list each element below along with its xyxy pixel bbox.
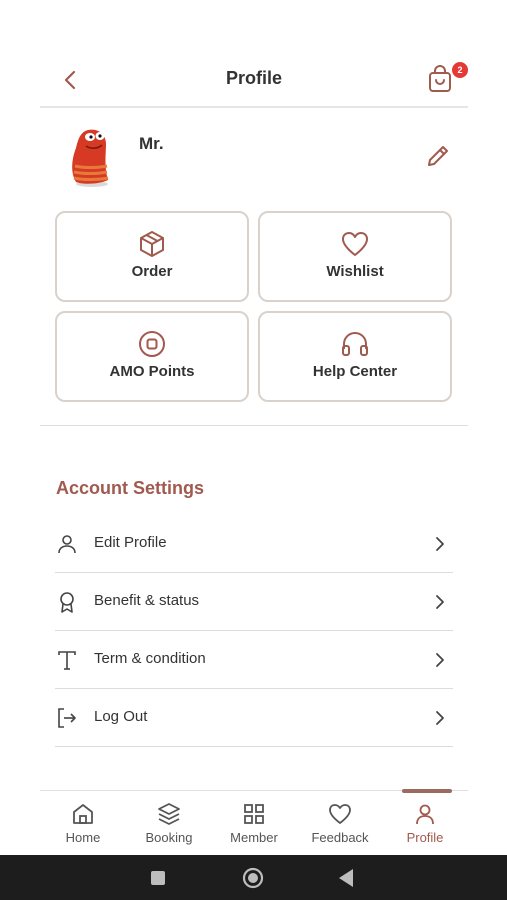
wishlist-card[interactable]: Wishlist [258,211,452,302]
app-header: Profile 2 [40,56,468,108]
term-condition-label: Term & condition [94,650,206,667]
help-center-card[interactable]: Help Center [258,311,452,402]
grid-icon [244,804,264,824]
nav-feedback-label: Feedback [311,830,369,845]
order-card[interactable]: Order [55,211,249,302]
logout-icon [58,708,76,728]
bottom-navigation: Home Booking Member Feedback Profile [40,789,468,856]
headphones-icon [342,332,368,356]
square-icon [151,870,165,885]
recents-button[interactable] [136,855,180,900]
avatar[interactable] [62,122,118,188]
chevron-right-icon [436,653,444,667]
user-icon [416,804,434,825]
account-settings-title: Account Settings [56,478,205,498]
chevron-right-icon [436,537,444,551]
text-icon [58,651,76,670]
back-system-button[interactable] [324,855,368,900]
wishlist-label: Wishlist [326,263,384,280]
home-icon [73,804,93,824]
cart-count-badge: 2 [452,62,468,78]
home-system-button[interactable] [231,855,275,900]
user-name: Mr. [139,134,164,153]
heart-icon [329,804,351,824]
benefit-status-item[interactable]: Benefit & status [55,573,453,631]
nav-feedback[interactable]: Feedback [297,791,383,856]
circle-icon [242,867,264,888]
amo-points-card[interactable]: AMO Points [55,311,249,402]
page-title: Profile [225,68,282,88]
help-center-label: Help Center [312,363,398,380]
triangle-back-icon [339,868,353,887]
box-icon [140,231,164,257]
edit-profile-item[interactable]: Edit Profile [55,515,453,573]
nav-home-label: Home [65,830,101,845]
chevron-right-icon [436,711,444,725]
chevron-right-icon [436,595,444,609]
points-icon [139,331,165,357]
log-out-label: Log Out [94,708,148,725]
edit-profile-label: Edit Profile [94,534,167,551]
nav-profile-label: Profile [406,830,444,845]
log-out-item[interactable]: Log Out [55,689,453,747]
order-label: Order [131,263,173,280]
shopping-bag-icon [429,65,451,92]
pencil-icon [428,146,448,166]
nav-booking-label: Booking [145,830,193,845]
nav-profile[interactable]: Profile [382,789,468,856]
term-condition-item[interactable]: Term & condition [55,631,453,689]
heart-icon [342,232,368,256]
profile-screen: Profile 2 Mr. Order Wishlist AMO Points … [0,0,507,900]
section-divider [40,425,468,426]
system-navigation-bar [0,855,507,900]
larva-character-image [72,129,109,187]
active-tab-indicator [402,789,452,793]
amo-points-label: AMO Points [109,363,195,380]
nav-booking[interactable]: Booking [126,791,212,856]
layers-icon [158,803,180,825]
user-icon [58,535,76,554]
nav-member[interactable]: Member [211,791,297,856]
benefit-status-label: Benefit & status [94,592,200,609]
edit-profile-button[interactable] [424,142,452,170]
ribbon-icon [60,592,74,613]
nav-home[interactable]: Home [40,791,126,856]
nav-member-label: Member [230,830,278,845]
